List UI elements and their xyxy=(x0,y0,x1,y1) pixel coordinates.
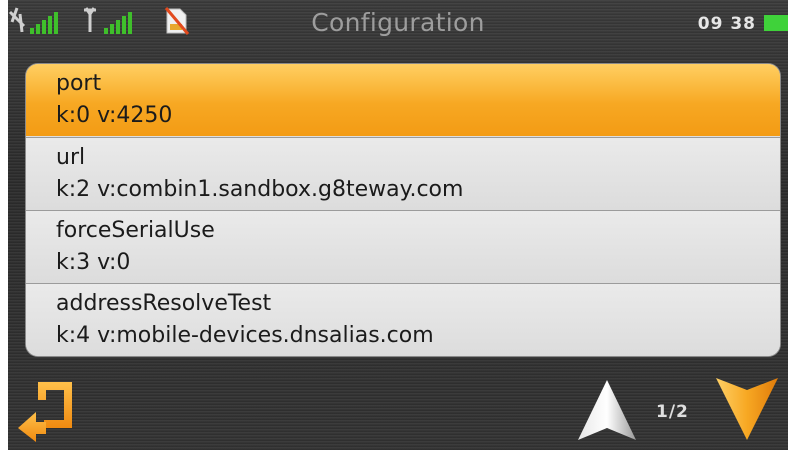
status-bar: Configuration 09 38 xyxy=(8,0,788,54)
back-arrow-icon[interactable] xyxy=(14,378,76,444)
item-key-value: k:4 v:mobile-devices.dnsalias.com xyxy=(56,323,434,348)
clock: 09 38 xyxy=(697,14,756,34)
bottom-nav-bar: 1/2 xyxy=(8,372,788,450)
item-key-name: url xyxy=(56,145,86,170)
list-item-url[interactable]: url k:2 v:combin1.sandbox.g8teway.com xyxy=(26,137,780,210)
list-item-forceserialuse[interactable]: forceSerialUse k:3 v:0 xyxy=(26,210,780,283)
list-item-addressresolvetest[interactable]: addressResolveTest k:4 v:mobile-devices.… xyxy=(26,283,780,356)
up-arrow-icon[interactable] xyxy=(576,378,638,442)
page-indicator: 1/2 xyxy=(656,402,689,422)
config-list: port k:0 v:4250 url k:2 v:combin1.sandbo… xyxy=(26,64,780,356)
list-item-port[interactable]: port k:0 v:4250 xyxy=(26,64,780,136)
item-key-value: k:0 v:4250 xyxy=(56,103,173,128)
device-screen: Configuration 09 38 port k:0 v:4250 url … xyxy=(8,0,788,450)
item-key-name: addressResolveTest xyxy=(56,291,272,316)
item-key-value: k:3 v:0 xyxy=(56,250,131,275)
item-key-value: k:2 v:combin1.sandbox.g8teway.com xyxy=(56,177,464,202)
item-key-name: port xyxy=(56,71,102,96)
screen-title: Configuration xyxy=(311,8,485,37)
item-key-name: forceSerialUse xyxy=(56,218,215,243)
down-arrow-icon[interactable] xyxy=(714,376,780,442)
battery-icon xyxy=(764,15,788,31)
